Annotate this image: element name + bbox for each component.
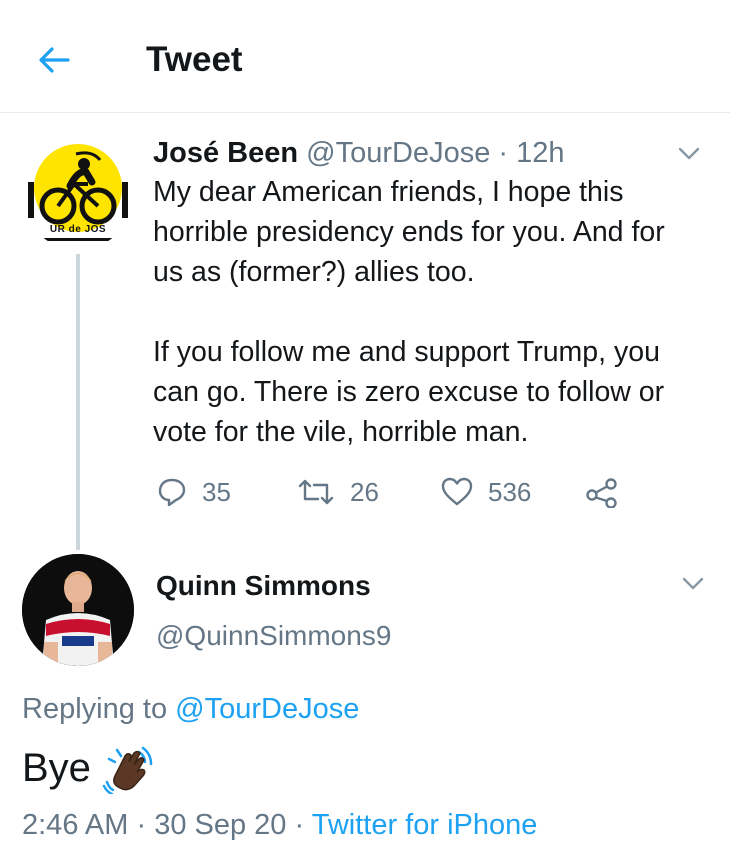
chevron-down-icon[interactable] (676, 566, 710, 600)
arrow-left-icon[interactable] (34, 40, 74, 80)
replying-to: Replying to @TourDeJose (22, 690, 359, 728)
tweet-text: My dear American friends, I hope this ho… (153, 172, 713, 452)
avatar-logo-text: UR de JOS (49, 224, 107, 235)
reply-text: Bye (22, 742, 153, 794)
replying-mention-link[interactable]: @TourDeJose (175, 693, 359, 725)
reply-text-content: Bye (22, 746, 91, 790)
tweet-meta-footer: 2:46 AM · 30 Sep 20 · Twitter for iPhone (22, 806, 537, 844)
retweet-count: 26 (350, 477, 379, 507)
meta-separator: · (498, 137, 517, 169)
waving-hand-icon (102, 746, 153, 794)
like-button[interactable]: 536 (440, 472, 531, 512)
replying-prefix: Replying to (22, 693, 168, 725)
avatar-quinnsimmons[interactable] (22, 554, 134, 666)
tweet-paragraph: My dear American friends, I hope this ho… (153, 176, 665, 288)
author-handle[interactable]: @TourDeJose (306, 137, 490, 169)
tweet-paragraph: If you follow me and support Trump, you … (153, 336, 665, 448)
author-name[interactable]: José Been (153, 137, 298, 169)
app-header: Tweet (0, 0, 730, 113)
like-icon (441, 477, 473, 506)
retweet-icon (298, 479, 334, 505)
share-icon (586, 478, 617, 508)
reply-author-name[interactable]: Quinn Simmons (156, 568, 371, 604)
tweet-date[interactable]: 30 Sep 20 (154, 809, 286, 841)
profile-photo (22, 554, 134, 666)
tweet-source-link[interactable]: Twitter for iPhone (312, 809, 538, 841)
reply-icon (158, 478, 186, 507)
meta-separator: · (294, 809, 305, 841)
share-button[interactable] (584, 472, 620, 512)
page-title: Tweet (146, 40, 243, 79)
reply-author-handle[interactable]: @QuinnSimmons9 (156, 618, 391, 654)
tweet-time[interactable]: 2:46 AM (22, 809, 128, 841)
meta-separator: · (136, 809, 147, 841)
reply-count: 35 (202, 477, 231, 507)
like-count: 536 (488, 477, 532, 507)
tweet-header: José Been @TourDeJose · 12h (153, 135, 565, 171)
thread-line (76, 254, 80, 550)
avatar-tourdejose[interactable]: UR de JOS (22, 138, 134, 250)
reply-button[interactable]: 35 (156, 472, 231, 512)
chevron-down-icon[interactable] (672, 136, 706, 170)
retweet-button[interactable]: 26 (296, 472, 379, 512)
tweet-time[interactable]: 12h (516, 137, 564, 169)
